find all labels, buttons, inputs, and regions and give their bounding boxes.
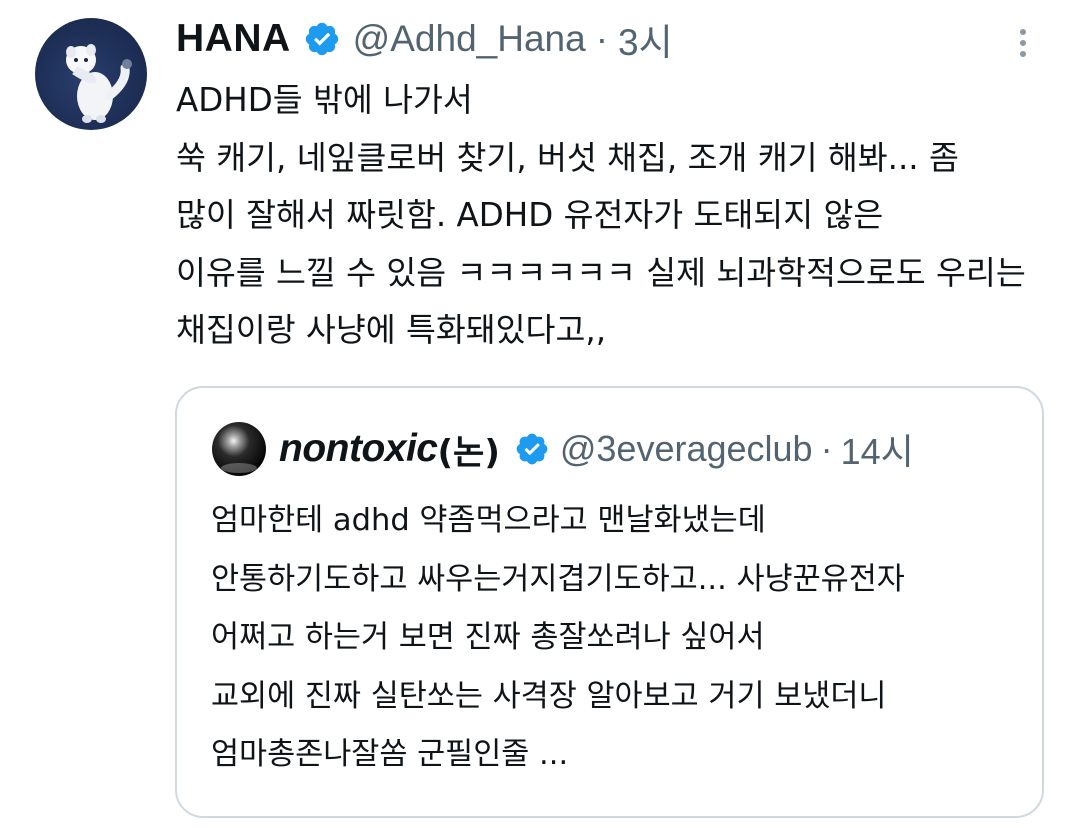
quoted-tweet-header: nontoxic (논) @3everageclub · 14시 (279, 424, 914, 474)
tweet-header: HANA @Adhd_Hana · 3시 (176, 14, 673, 64)
author-display-name[interactable]: HANA (176, 17, 291, 61)
more-vertical-icon[interactable] (1010, 26, 1036, 66)
tweet-body-line: 많이 잘해서 짜릿함. ADHD 유전자가 도태되지 않은 (176, 196, 884, 234)
quoted-author-avatar[interactable] (211, 421, 267, 477)
tweet: HANA @Adhd_Hana · 3시 ADHD들 밖에 나가서 쑥 캐기, … (0, 0, 1080, 828)
author-avatar[interactable] (35, 18, 147, 130)
white-ferret-avatar-icon (66, 44, 132, 123)
tweet-body: ADHD들 밖에 나가서 쑥 캐기, 네잎클로버 찾기, 버섯 채집, 조개 캐… (176, 72, 1056, 360)
quoted-author-handle[interactable]: @3everageclub (560, 428, 813, 470)
quoted-tweet-card[interactable]: nontoxic (논) @3everageclub · 14시 엄마한테 ad… (175, 386, 1044, 818)
quoted-body-line: 엄마총존나잘쏨 군필인줄 ... (211, 737, 569, 772)
tweet-body-line: 채집이랑 사냥에 특화돼있다고,, (176, 311, 607, 349)
verified-badge-icon (303, 20, 341, 58)
quoted-body-line: 안통하기도하고 싸우는거지겹기도하고... 사냥꾼유전자 (211, 561, 905, 597)
quoted-body-line: 어쩌고 하는거 보면 진짜 총잘쏘려나 싶어서 (211, 620, 765, 655)
black-sphere-avatar-icon (211, 421, 267, 477)
quoted-author-display-name[interactable]: nontoxic (279, 427, 438, 471)
tweet-body-line: 쑥 캐기, 네잎클로버 찾기, 버섯 채집, 조개 캐기 해봐... 좀 (176, 138, 959, 177)
verified-badge-icon (514, 431, 550, 467)
tweet-body-line: ADHD들 밖에 나가서 (176, 81, 473, 119)
quoted-tweet-timestamp[interactable]: 14시 (841, 423, 914, 475)
author-handle[interactable]: @Adhd_Hana (353, 18, 586, 60)
quoted-body-line: 엄마한테 adhd 약좀먹으라고 맨날화냈는데 (211, 503, 766, 538)
tweet-body-line: 이유를 느낄 수 있음 ㅋㅋㅋㅋㅋㅋ 실제 뇌과학적으로도 우리는 (176, 253, 1026, 292)
quoted-tweet-body: 엄마한테 adhd 약좀먹으라고 맨날화냈는데 안통하기도하고 싸우는거지겹기도… (211, 492, 1031, 785)
separator-dot: · (820, 428, 833, 469)
quoted-body-line: 교외에 진짜 실탄쏘는 사격장 알아보고 거기 보냈더니 (211, 678, 887, 714)
quoted-author-display-name-suffix[interactable]: (논) (438, 425, 500, 474)
tweet-timestamp[interactable]: 3시 (618, 12, 673, 66)
separator-dot: · (595, 18, 609, 59)
